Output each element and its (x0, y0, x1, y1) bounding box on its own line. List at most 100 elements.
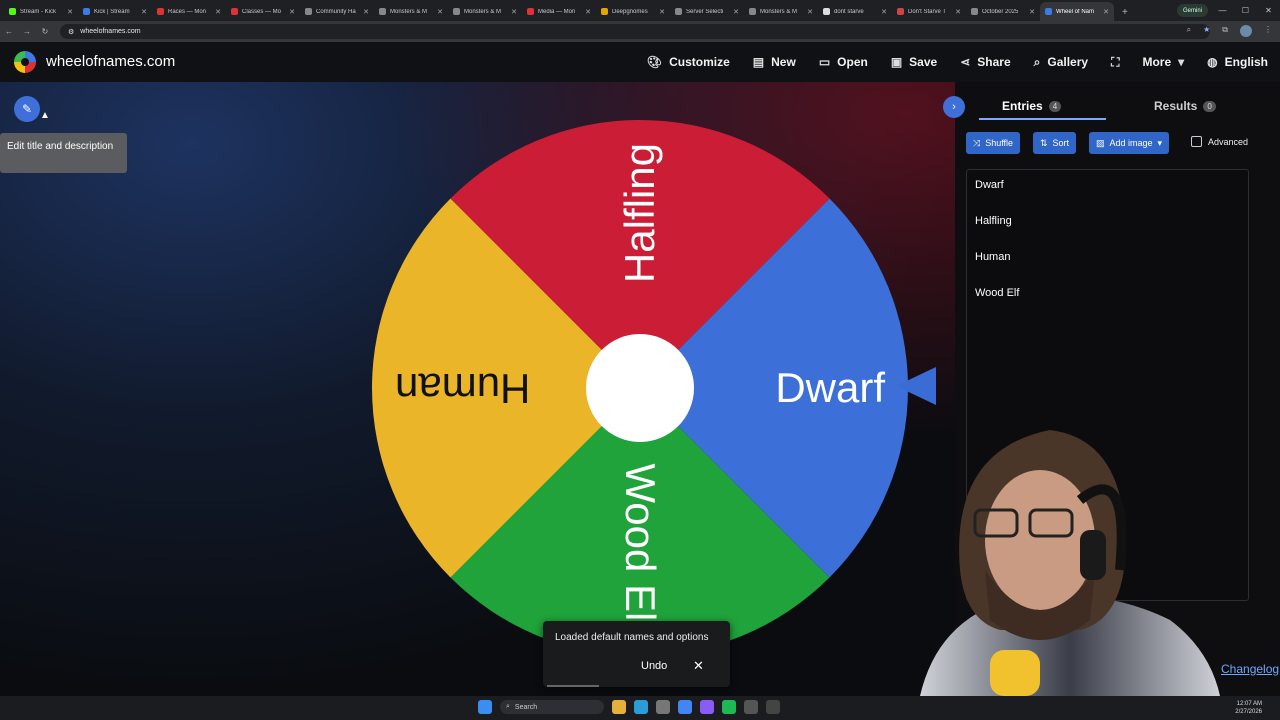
edit-title-button[interactable]: ✎ (14, 96, 40, 122)
file-explorer-icon[interactable] (612, 700, 626, 714)
undo-button[interactable]: Undo (641, 660, 667, 672)
wheel-segment-label: Human (395, 365, 530, 412)
wheel-logo-icon[interactable] (14, 51, 36, 73)
edit-title-tooltip: Edit title and description (0, 133, 127, 173)
site-header: wheelofnames.com 🎨︎ Customize ▤ New ▭ Open … (0, 42, 1280, 82)
add-image-button[interactable]: ▨ Add image ▾ (1089, 132, 1170, 154)
tab-close-icon[interactable]: ✕ (289, 8, 295, 16)
site-info-icon[interactable]: ⚙ (68, 28, 74, 36)
browser-tab[interactable]: Races — Mon ✕ (152, 2, 226, 21)
list-item: Dwarf (975, 179, 1004, 191)
tab-close-icon[interactable]: ✕ (437, 8, 443, 16)
browser-tab[interactable]: Monsters & M ✕ (744, 2, 818, 21)
advanced-checkbox[interactable]: Advanced (1191, 136, 1248, 147)
taskbar-clock[interactable]: 12:07 AM 2/27/2026 (1235, 700, 1262, 716)
language-button[interactable]: ◍ English (1207, 55, 1268, 69)
spotify-icon[interactable] (722, 700, 736, 714)
active-tab-indicator (979, 118, 1106, 120)
share-button[interactable]: ⋖ Share (960, 55, 1010, 69)
app-icon[interactable] (766, 700, 780, 714)
browser-tab[interactable]: Kick | Stream ✕ (78, 2, 152, 21)
shuffle-button[interactable]: ⤨ Shuffle (966, 132, 1021, 154)
tab-favicon-icon (231, 8, 238, 15)
tab-close-icon[interactable]: ✕ (807, 8, 813, 16)
tab-close-icon[interactable]: ✕ (67, 8, 73, 16)
maximize-icon[interactable]: ☐ (1234, 0, 1257, 21)
site-name[interactable]: wheelofnames.com (46, 53, 175, 70)
browser-tab[interactable]: Monsters & M ✕ (448, 2, 522, 21)
browser-tab[interactable]: Community Ha ✕ (300, 2, 374, 21)
minimize-icon[interactable]: — (1211, 0, 1234, 21)
browser-tab[interactable]: Wheel of Nam ✕ (1040, 2, 1114, 21)
gemini-button[interactable]: Gemini (1176, 4, 1208, 17)
wheel-center-button[interactable] (586, 334, 694, 442)
browser-tab[interactable]: dont starve ✕ (818, 2, 892, 21)
more-button[interactable]: More ▾ (1142, 55, 1184, 69)
bookmark-star-icon[interactable]: ★ (1203, 25, 1210, 37)
new-tab-button[interactable]: + (1114, 7, 1136, 21)
browser-menu-icon[interactable]: ⋮ (1264, 25, 1272, 37)
browser-tab[interactable]: Server Selecti ✕ (670, 2, 744, 21)
tab-close-icon[interactable]: ✕ (1029, 8, 1035, 16)
tab-label: Server Selecti (686, 8, 724, 15)
tab-results[interactable]: Results 0 (1154, 99, 1216, 113)
fullscreen-button[interactable]: ⛶ (1111, 55, 1119, 70)
collapse-panel-button[interactable]: › (943, 96, 965, 118)
customize-button[interactable]: 🎨︎ Customize (647, 55, 730, 69)
fullscreen-icon: ⛶ (1111, 54, 1120, 69)
wheel[interactable]: Dwarf Wood Elf Human Halfling (370, 118, 910, 658)
tab-close-icon[interactable]: ✕ (733, 8, 739, 16)
save-button[interactable]: ▣ Save (891, 55, 937, 69)
tab-close-icon[interactable]: ✕ (511, 8, 517, 16)
browser-tab[interactable]: Stream - Kick ✕ (4, 2, 78, 21)
tab-close-icon[interactable]: ✕ (585, 8, 591, 16)
steam-icon[interactable] (744, 700, 758, 714)
tab-close-icon[interactable]: ✕ (881, 8, 887, 16)
tab-label: Kick | Stream (94, 8, 130, 15)
browser-tab[interactable]: Don't Starve T ✕ (892, 2, 966, 21)
discord-icon[interactable] (700, 700, 714, 714)
close-window-icon[interactable]: ✕ (1257, 0, 1280, 21)
sort-label: Sort (1052, 138, 1070, 148)
browser-tab[interactable]: Media — Mon ✕ (522, 2, 596, 21)
sort-button[interactable]: ⇅ Sort (1033, 132, 1077, 154)
tab-close-icon[interactable]: ✕ (955, 8, 961, 16)
share-label: Share (977, 55, 1011, 69)
browser-tab[interactable]: October 2025 ✕ (966, 2, 1040, 21)
tab-close-icon[interactable]: ✕ (215, 8, 221, 16)
profile-avatar[interactable] (1240, 25, 1252, 37)
chrome-icon[interactable] (678, 700, 692, 714)
window-controls: — ☐ ✕ (1211, 0, 1280, 21)
tab-close-icon[interactable]: ✕ (1103, 8, 1109, 16)
taskbar-search[interactable]: ⌕ Search (500, 700, 604, 714)
forward-icon[interactable]: → (18, 27, 36, 36)
zoom-icon[interactable]: ⌕ (1187, 25, 1191, 37)
back-icon[interactable]: ← (0, 27, 18, 36)
open-button[interactable]: ▭ Open (819, 55, 868, 69)
close-toast-icon[interactable]: ✕ (693, 658, 704, 674)
tab-label: Media — Mon (538, 8, 576, 15)
browser-tab[interactable]: Monsters & M ✕ (374, 2, 448, 21)
app-icon[interactable] (656, 700, 670, 714)
tab-favicon-icon (9, 8, 16, 15)
tab-close-icon[interactable]: ✕ (659, 8, 665, 16)
toast-progress-bar (547, 685, 599, 687)
tab-close-icon[interactable]: ✕ (363, 8, 369, 16)
tab-label: Races — Mon (168, 8, 207, 15)
reload-icon[interactable]: ↻ (36, 27, 54, 36)
tab-entries[interactable]: Entries 4 (1002, 99, 1062, 113)
windows-start-icon[interactable] (478, 700, 492, 714)
gallery-button[interactable]: ⌕ Gallery (1034, 55, 1088, 70)
tab-close-icon[interactable]: ✕ (141, 8, 147, 16)
extensions-icon[interactable]: ⧉ (1222, 25, 1228, 37)
browser-actions: ⌕ ★ ⧉ ⋮ (1187, 25, 1272, 37)
tab-favicon-icon (749, 8, 756, 15)
edge-icon[interactable] (634, 700, 648, 714)
new-button[interactable]: ▤ New (753, 55, 796, 69)
browser-tab[interactable]: Deepgnomes ✕ (596, 2, 670, 21)
browser-tab[interactable]: Classes — Mo ✕ (226, 2, 300, 21)
changelog-link[interactable]: Changelog (1221, 662, 1279, 676)
url-input[interactable]: ⚙ wheelofnames.com (60, 24, 1210, 39)
wheel-svg[interactable]: Dwarf Wood Elf Human Halfling (370, 118, 910, 658)
checkbox-box[interactable] (1191, 136, 1202, 147)
